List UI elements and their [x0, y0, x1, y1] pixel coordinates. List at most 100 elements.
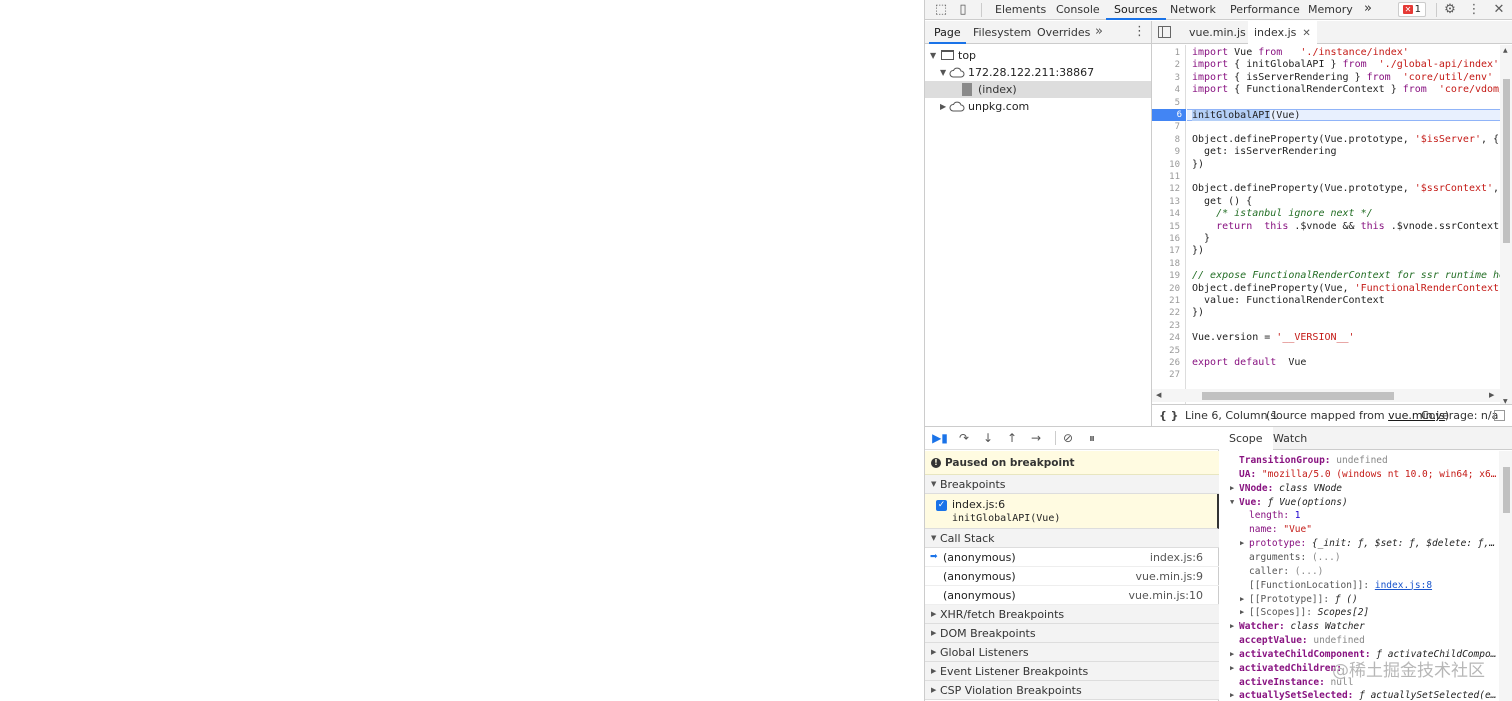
- tab-console[interactable]: Console: [1056, 0, 1100, 20]
- editor-vertical-scrollbar[interactable]: ▲ ▼: [1500, 45, 1512, 407]
- scope-variable[interactable]: TransitionGroup: undefined: [1219, 454, 1499, 468]
- line-number[interactable]: 13: [1152, 196, 1184, 208]
- call-frame[interactable]: (anonymous) vue.min.js:9: [925, 567, 1219, 586]
- line-number[interactable]: 22: [1152, 307, 1184, 319]
- pause-on-exceptions-icon[interactable]: ⏸: [1084, 430, 1100, 446]
- line-number[interactable]: 21: [1152, 295, 1184, 307]
- tab-elements[interactable]: Elements: [995, 0, 1046, 20]
- collapse-arrow-icon[interactable]: ▶: [1230, 620, 1234, 634]
- tab-sources[interactable]: Sources: [1106, 0, 1166, 20]
- collapse-arrow-icon[interactable]: ▶: [1240, 606, 1244, 620]
- collapse-arrow-icon[interactable]: ▶: [1240, 593, 1244, 607]
- tab-page[interactable]: Page: [929, 21, 966, 44]
- line-number[interactable]: 19: [1152, 270, 1184, 282]
- section-csp-violation-breakpoints[interactable]: ▶ CSP Violation Breakpoints: [925, 681, 1219, 700]
- line-number-gutter[interactable]: 1 2 3 4 5 6 7 8 9 10 11 12 13 14 15 16 17 18 19 20 21 22 23 24 2…: [1152, 45, 1186, 407]
- step-icon[interactable]: →: [1028, 430, 1044, 446]
- frame-location[interactable]: vue.min.js:9: [1136, 567, 1203, 586]
- more-navigator-tabs-button[interactable]: »: [1095, 21, 1103, 43]
- expand-arrow-icon[interactable]: ▼: [1230, 496, 1234, 510]
- line-number[interactable]: 17: [1152, 245, 1184, 257]
- tab-scope[interactable]: Scope: [1219, 427, 1273, 450]
- scroll-right-icon[interactable]: ▶: [1489, 391, 1494, 399]
- line-number[interactable]: 11: [1152, 171, 1184, 183]
- collapse-arrow-icon[interactable]: ▶: [1230, 482, 1234, 496]
- scope-variable[interactable]: arguments: (...): [1219, 551, 1499, 565]
- line-number[interactable]: 8: [1152, 134, 1184, 146]
- section-global-listeners[interactable]: ▶ Global Listeners: [925, 643, 1219, 662]
- call-frame[interactable]: (anonymous) vue.min.js:10: [925, 586, 1219, 605]
- scroll-thumb[interactable]: [1202, 392, 1394, 400]
- tab-performance[interactable]: Performance: [1230, 0, 1300, 20]
- section-call-stack[interactable]: ▼ Call Stack: [925, 529, 1219, 548]
- line-number[interactable]: 1: [1152, 47, 1184, 59]
- tree-item-top[interactable]: ▼ top: [925, 47, 1151, 64]
- device-toolbar-icon[interactable]: ▯: [955, 2, 971, 18]
- scope-variable[interactable]: ▶ actuallySetSelected: ƒ actuallySetSelec…: [1219, 689, 1499, 701]
- scope-variable[interactable]: ▶ [[Prototype]]: ƒ (): [1219, 593, 1499, 607]
- line-number[interactable]: 23: [1152, 320, 1184, 332]
- close-tab-icon[interactable]: ✕: [1302, 28, 1310, 39]
- tree-item-host[interactable]: ▼ 172.28.122.211:38867: [925, 64, 1151, 81]
- scope-variable[interactable]: ▶ [[Scopes]]: Scopes[2]: [1219, 606, 1499, 620]
- tab-memory[interactable]: Memory: [1308, 0, 1353, 20]
- collapse-arrow-icon[interactable]: ▶: [1230, 689, 1234, 701]
- line-number[interactable]: 16: [1152, 233, 1184, 245]
- collapse-arrow-icon[interactable]: ▶: [1240, 537, 1244, 551]
- step-into-icon[interactable]: ↓: [980, 430, 996, 446]
- line-number[interactable]: 14: [1152, 208, 1184, 220]
- breakpoint-item[interactable]: ✓ index.js:6 initGlobalAPI(Vue): [925, 494, 1219, 529]
- line-number[interactable]: 25: [1152, 345, 1184, 357]
- step-over-icon[interactable]: ↷: [956, 430, 972, 446]
- tree-item-index[interactable]: (index): [925, 81, 1151, 98]
- frame-location[interactable]: vue.min.js:10: [1129, 586, 1203, 605]
- scope-variable[interactable]: ▶ prototype: {_init: ƒ, $set: ƒ, $delete:…: [1219, 537, 1499, 551]
- scope-variable[interactable]: ▼ Vue: ƒ Vue(options): [1219, 496, 1499, 510]
- scope-variable[interactable]: [[FunctionLocation]]: index.js:8: [1219, 579, 1499, 593]
- step-out-icon[interactable]: ↑: [1004, 430, 1020, 446]
- scroll-left-icon[interactable]: ◀: [1156, 391, 1161, 399]
- line-number[interactable]: 15: [1152, 221, 1184, 233]
- editor-horizontal-scrollbar[interactable]: ◀ ▶: [1152, 389, 1500, 402]
- scroll-thumb[interactable]: [1503, 79, 1510, 243]
- line-number[interactable]: 7: [1152, 121, 1184, 133]
- tab-index-js[interactable]: index.js ✕: [1248, 21, 1317, 44]
- line-number[interactable]: 9: [1152, 146, 1184, 158]
- scope-variable[interactable]: ▶ VNode: class VNode: [1219, 482, 1499, 496]
- section-xhr-breakpoints[interactable]: ▶ XHR/fetch Breakpoints: [925, 605, 1219, 624]
- scope-variable[interactable]: name: "Vue": [1219, 523, 1499, 537]
- pretty-print-button[interactable]: { }: [1159, 405, 1179, 426]
- line-number[interactable]: 20: [1152, 283, 1184, 295]
- collapse-arrow-icon[interactable]: ▶: [1230, 662, 1234, 676]
- collapse-arrow-icon[interactable]: ▶: [1230, 648, 1234, 662]
- section-breakpoints[interactable]: ▼ Breakpoints: [925, 475, 1219, 494]
- scroll-up-icon[interactable]: ▲: [1503, 47, 1508, 54]
- scope-variable[interactable]: length: 1: [1219, 509, 1499, 523]
- navigator-menu-icon[interactable]: ⋮: [1133, 21, 1146, 43]
- line-number[interactable]: 3: [1152, 72, 1184, 84]
- more-tabs-button[interactable]: »: [1364, 0, 1372, 20]
- section-event-listener-breakpoints[interactable]: ▶ Event Listener Breakpoints: [925, 662, 1219, 681]
- close-devtools-icon[interactable]: ✕: [1491, 2, 1507, 18]
- call-frame[interactable]: ➡ (anonymous) index.js:6: [925, 548, 1219, 567]
- code-area[interactable]: 1 2 3 4 5 6 7 8 9 10 11 12 13 14 15 16 17 18 19 20 21 22 23 24 2…: [1152, 45, 1500, 407]
- tab-vue-min-js[interactable]: vue.min.js: [1184, 21, 1251, 44]
- line-number[interactable]: 12: [1152, 183, 1184, 195]
- scope-variable[interactable]: ▶ Watcher: class Watcher: [1219, 620, 1499, 634]
- coverage-icon[interactable]: [1494, 410, 1505, 421]
- tree-item-unpkg[interactable]: ▶ unpkg.com: [925, 98, 1151, 115]
- scope-value[interactable]: index.js:8: [1375, 580, 1432, 591]
- kebab-menu-icon[interactable]: ⋮: [1466, 2, 1482, 18]
- scope-variable[interactable]: UA: "mozilla/5.0 (windows nt 10.0; win64…: [1219, 468, 1499, 482]
- scope-variable[interactable]: caller: (...): [1219, 565, 1499, 579]
- deactivate-breakpoints-icon[interactable]: ⊘: [1060, 430, 1076, 446]
- line-number[interactable]: 2: [1152, 59, 1184, 71]
- tab-overrides[interactable]: Overrides: [1037, 21, 1090, 44]
- inspect-element-icon[interactable]: ⬚: [933, 2, 949, 18]
- toggle-navigator-icon[interactable]: [1158, 26, 1171, 38]
- error-count-badge[interactable]: ✕ 1: [1398, 2, 1426, 17]
- line-number[interactable]: 18: [1152, 258, 1184, 270]
- scope-scrollbar[interactable]: [1499, 451, 1512, 701]
- settings-gear-icon[interactable]: ⚙: [1442, 2, 1458, 18]
- line-number[interactable]: 6: [1152, 109, 1186, 122]
